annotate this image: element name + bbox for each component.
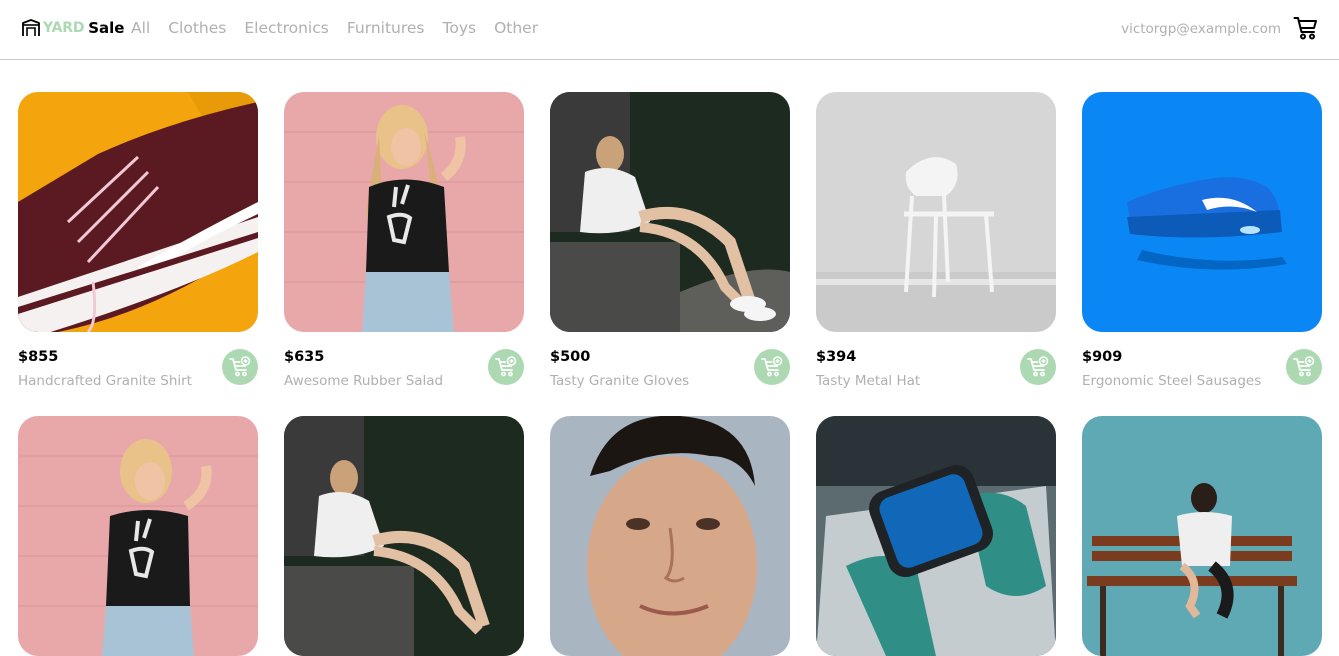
add-to-cart-button[interactable]	[1020, 349, 1056, 385]
product-info: $855 Handcrafted Granite Shirt	[18, 332, 258, 392]
product-price: $635	[284, 349, 325, 365]
woman-bench-image	[1082, 416, 1322, 656]
woman-tshirt-image	[18, 416, 258, 656]
brand-name-text: Sale	[88, 19, 125, 37]
add-to-cart-button[interactable]	[1286, 349, 1322, 385]
product-name: Awesome Rubber Salad	[284, 373, 444, 389]
account-email[interactable]: victorgp@example.com	[1121, 21, 1281, 37]
product-image[interactable]	[550, 92, 790, 332]
product-price: $855	[18, 349, 59, 365]
product-price: $500	[550, 349, 591, 365]
product-info: $500 Tasty Granite Gloves	[550, 332, 790, 392]
product-info: $909 Ergonomic Steel Sausages	[1082, 332, 1322, 392]
product-image[interactable]	[816, 92, 1056, 332]
yard-store-icon	[22, 19, 40, 36]
category-toys[interactable]: Toys	[443, 19, 477, 37]
woman-sitting-image	[550, 92, 790, 332]
product-image[interactable]	[1082, 92, 1322, 332]
product-image[interactable]	[1082, 416, 1322, 656]
category-other[interactable]: Other	[494, 19, 538, 37]
category-nav: All Clothes Electronics Furnitures Toys …	[131, 19, 538, 37]
brand-logo[interactable]: YARD Sale	[21, 18, 124, 38]
product-image[interactable]	[550, 416, 790, 656]
category-all[interactable]: All	[131, 19, 150, 37]
brand-accent-text: YARD	[43, 20, 85, 36]
blue-sneaker-image	[1082, 92, 1322, 332]
product-name: Ergonomic Steel Sausages	[1082, 373, 1262, 389]
product-card[interactable]	[284, 416, 524, 656]
cart-plus-icon	[1027, 356, 1049, 377]
add-to-cart-button[interactable]	[488, 349, 524, 385]
woman-tshirt-image	[284, 92, 524, 332]
product-card[interactable]	[550, 416, 790, 656]
product-name: Tasty Metal Hat	[816, 373, 921, 389]
product-card[interactable]: $909 Ergonomic Steel Sausages	[1082, 92, 1322, 392]
smartwatch-image	[816, 416, 1056, 656]
add-to-cart-button[interactable]	[754, 349, 790, 385]
cart-plus-icon	[495, 356, 517, 377]
product-card[interactable]: $394 Tasty Metal Hat	[816, 92, 1056, 392]
product-card[interactable]: $635 Awesome Rubber Salad	[284, 92, 524, 392]
category-electronics[interactable]: Electronics	[244, 19, 328, 37]
product-price: $909	[1082, 349, 1123, 365]
product-card[interactable]	[1082, 416, 1322, 656]
product-name: Handcrafted Granite Shirt	[18, 373, 192, 389]
shopping-cart-icon[interactable]	[1293, 15, 1319, 45]
add-to-cart-button[interactable]	[222, 349, 258, 385]
product-info: $394 Tasty Metal Hat	[816, 332, 1056, 392]
product-image[interactable]	[284, 92, 524, 332]
product-image[interactable]	[18, 416, 258, 656]
cart-plus-icon	[761, 356, 783, 377]
product-name: Tasty Granite Gloves	[550, 373, 690, 389]
product-card[interactable]: $500 Tasty Granite Gloves	[550, 92, 790, 392]
category-furnitures[interactable]: Furnitures	[347, 19, 425, 37]
product-image[interactable]	[18, 92, 258, 332]
navbar: YARD Sale All Clothes Electronics Furnit…	[0, 0, 1339, 60]
product-info: $635 Awesome Rubber Salad	[284, 332, 524, 392]
product-card[interactable]: $855 Handcrafted Granite Shirt	[18, 92, 258, 392]
product-card[interactable]	[816, 416, 1056, 656]
product-image[interactable]	[284, 416, 524, 656]
product-card[interactable]	[18, 416, 258, 656]
cart-plus-icon	[229, 356, 251, 377]
product-price: $394	[816, 349, 857, 365]
maroon-sneaker-image	[18, 92, 258, 332]
product-image[interactable]	[816, 416, 1056, 656]
white-chair-image	[816, 92, 1056, 332]
woman-sitting-image	[284, 416, 524, 656]
cart-plus-icon	[1293, 356, 1315, 377]
man-portrait-image	[550, 416, 790, 656]
category-clothes[interactable]: Clothes	[168, 19, 226, 37]
